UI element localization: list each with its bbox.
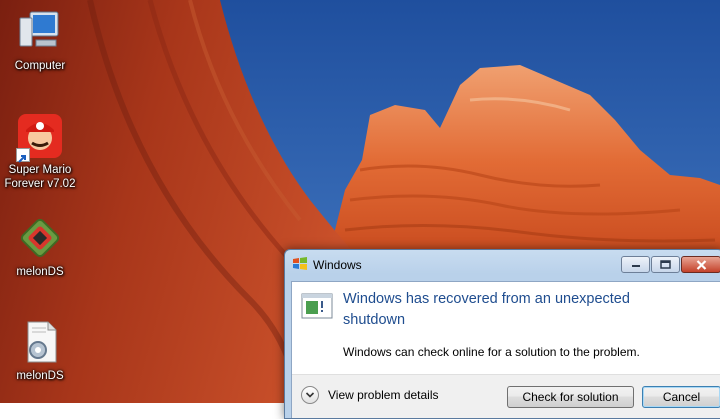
dialog-titlebar[interactable]: Windows bbox=[285, 250, 720, 280]
check-for-solution-button[interactable]: Check for solution bbox=[507, 386, 634, 408]
minimize-button[interactable] bbox=[621, 256, 650, 273]
desktop-icon-label: Computer bbox=[14, 60, 66, 72]
melonds-icon bbox=[16, 214, 64, 262]
minimize-icon bbox=[631, 262, 641, 268]
chevron-down-icon[interactable] bbox=[301, 386, 319, 404]
maximize-button[interactable] bbox=[651, 256, 680, 273]
desktop-icon-computer[interactable]: Computer bbox=[0, 8, 80, 73]
maximize-icon bbox=[660, 260, 671, 269]
dialog-content: Windows has recovered from an unexpected… bbox=[291, 281, 720, 418]
desktop-icon-label: melonDS bbox=[16, 370, 64, 382]
details-label: View problem details bbox=[328, 388, 439, 402]
desktop-icon-label: melonDS bbox=[16, 266, 64, 278]
cancel-button[interactable]: Cancel bbox=[642, 386, 720, 408]
super-mario-icon bbox=[16, 112, 64, 163]
dialog-message: Windows can check online for a solution … bbox=[343, 345, 640, 359]
desktop-icon-super-mario[interactable]: Super Mario Forever v7.02 bbox=[0, 112, 80, 191]
dialog-footer: View problem details Check for solution … bbox=[292, 374, 720, 418]
close-button[interactable] bbox=[681, 256, 720, 273]
config-file-icon bbox=[16, 318, 64, 366]
view-problem-details-toggle[interactable]: View problem details bbox=[301, 386, 439, 404]
computer-icon bbox=[16, 8, 64, 56]
windows-error-report-icon bbox=[301, 293, 333, 319]
dialog-heading: Windows has recovered from an unexpected… bbox=[343, 291, 630, 328]
desktop-icon-label: Super Mario Forever v7.02 bbox=[4, 164, 76, 190]
dialog-title: Windows bbox=[313, 258, 362, 272]
shortcut-arrow-icon bbox=[16, 148, 30, 163]
desktop-icon-melonds-config[interactable]: melonDS bbox=[0, 318, 80, 383]
close-icon bbox=[696, 259, 707, 270]
recovery-dialog: Windows Windows has recovered from an un… bbox=[284, 249, 720, 419]
windows-flag-icon bbox=[292, 256, 308, 272]
desktop-icon-melonds[interactable]: melonDS bbox=[0, 214, 80, 279]
